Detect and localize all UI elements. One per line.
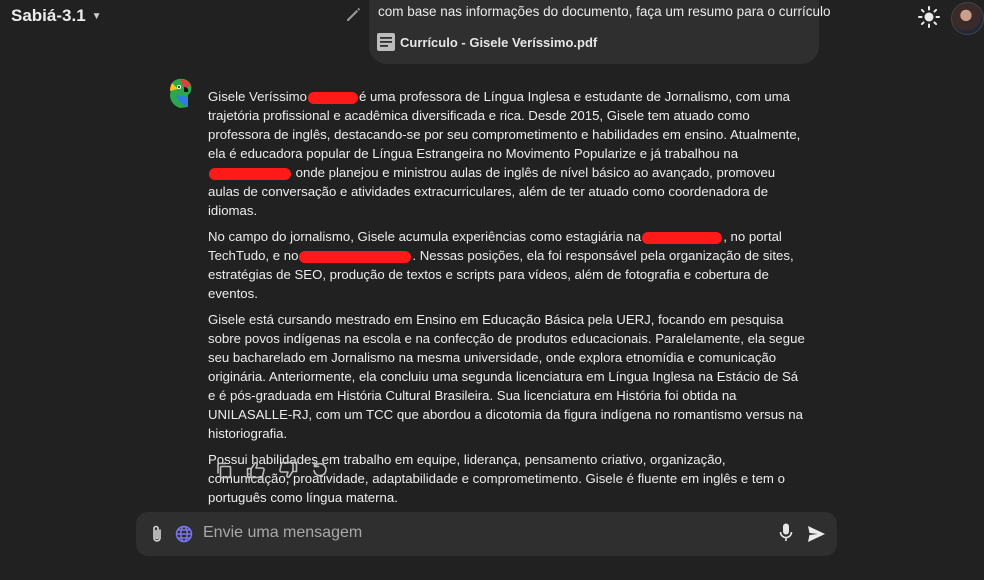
assistant-message: Gisele Veríssimo é uma professora de Líng… [208, 87, 808, 514]
model-selector[interactable]: Sabiá-3.1 ▼ [11, 6, 102, 26]
thumbs-up-icon[interactable] [246, 460, 266, 480]
model-name: Sabiá-3.1 [11, 6, 86, 25]
assistant-paragraph: Gisele Veríssimo é uma professora de Líng… [208, 87, 808, 220]
send-icon[interactable] [806, 524, 826, 544]
copy-icon[interactable] [214, 460, 234, 480]
message-input[interactable]: Envie uma mensagem [203, 524, 362, 542]
redaction-mark [307, 91, 358, 104]
document-icon [377, 33, 395, 51]
globe-icon[interactable] [175, 525, 193, 543]
attachment-name: Currículo - Gisele Veríssimo.pdf [400, 34, 598, 50]
user-message-bubble: com base nas informações do documento, f… [369, 0, 830, 64]
microphone-icon[interactable] [778, 522, 794, 544]
assistant-text: Gisele Veríssimo [208, 89, 307, 104]
assistant-text: onde planejou e ministrou aulas de inglê… [208, 165, 776, 218]
sun-icon[interactable] [918, 6, 940, 28]
assistant-text: No campo do jornalismo, Gisele acumula e… [208, 229, 642, 244]
assistant-paragraph: No campo do jornalismo, Gisele acumula e… [208, 227, 808, 303]
user-avatar[interactable] [951, 2, 984, 35]
paperclip-icon[interactable] [148, 524, 166, 544]
regenerate-icon[interactable] [310, 460, 330, 480]
assistant-paragraph: Gisele está cursando mestrado em Ensino … [208, 312, 805, 441]
redaction-mark [299, 250, 412, 263]
parrot-logo-icon [166, 77, 194, 109]
user-message-text: com base nas informações do documento, f… [378, 4, 831, 19]
attachment-chip[interactable]: Currículo - Gisele Veríssimo.pdf [376, 32, 597, 52]
pencil-icon[interactable] [345, 5, 363, 23]
message-composer: Envie uma mensagem [136, 512, 837, 556]
thumbs-down-icon[interactable] [278, 460, 298, 480]
redaction-mark [642, 231, 723, 244]
redaction-mark [209, 167, 291, 180]
chevron-down-icon: ▼ [91, 10, 102, 22]
message-actions [214, 460, 330, 480]
